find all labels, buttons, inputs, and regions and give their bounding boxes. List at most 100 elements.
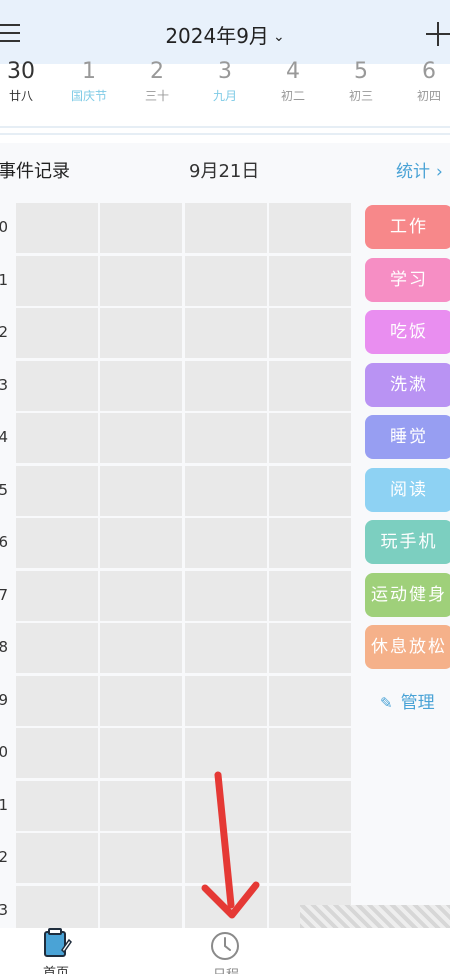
time-slot-cell[interactable] <box>100 675 182 726</box>
hour-label: 8 <box>0 638 8 656</box>
hour-label: 3 <box>0 375 8 394</box>
time-slot-cell[interactable] <box>185 518 267 568</box>
day-item[interactable]: 6 初四 <box>395 59 450 104</box>
tag-study-button[interactable]: 学习 <box>365 258 450 302</box>
time-slot-cell[interactable] <box>269 675 351 726</box>
tag-exercise-button[interactable]: 运动健身 <box>365 573 450 617</box>
time-slot-cell[interactable] <box>269 413 351 463</box>
time-slot-cell[interactable] <box>269 570 351 621</box>
time-slot-cell[interactable] <box>16 728 98 778</box>
time-slot-cell[interactable] <box>269 780 351 831</box>
clock-icon[interactable] <box>209 930 241 962</box>
time-slot-cell[interactable] <box>16 570 98 621</box>
time-slot-cell[interactable] <box>185 623 267 673</box>
time-slot-cell[interactable] <box>185 308 267 358</box>
stats-link[interactable]: 统计 › <box>396 157 443 182</box>
stats-label: 统计 <box>396 162 430 182</box>
tag-sleep-button[interactable]: 睡觉 <box>365 415 450 459</box>
time-slot-cell[interactable] <box>185 728 267 778</box>
time-slot-cell[interactable] <box>100 255 182 306</box>
time-slot-cell[interactable] <box>16 413 98 463</box>
day-item[interactable]: 5 初三 <box>327 59 395 104</box>
day-lunar: 初三 <box>348 89 373 103</box>
tag-work-button[interactable]: 工作 <box>365 205 450 249</box>
time-slot-cell[interactable] <box>269 623 351 673</box>
time-slot-cell[interactable] <box>16 255 98 306</box>
day-item[interactable]: 4 初二 <box>259 59 327 104</box>
nav-home-label: 首页 <box>43 966 70 974</box>
top-bar: 2024年9月 ⌄ <box>0 0 450 64</box>
hour-label: 1 <box>0 795 8 814</box>
time-slot-cell[interactable] <box>269 518 351 568</box>
day-lunar: 三十 <box>144 89 169 103</box>
time-slot-cell[interactable] <box>16 780 98 831</box>
time-slot-cell[interactable] <box>100 465 182 516</box>
time-slot-cell[interactable] <box>16 518 98 568</box>
tag-read-button[interactable]: 阅读 <box>365 468 450 512</box>
hour-label: 2 <box>0 323 8 341</box>
day-number: 30 <box>7 59 35 84</box>
time-slot-cell[interactable] <box>16 833 98 883</box>
notebook-icon[interactable] <box>42 928 72 958</box>
time-slot-cell[interactable] <box>185 675 267 726</box>
manage-tags-link[interactable]: ✎ 管理 <box>380 688 435 713</box>
time-slot-cell[interactable] <box>269 255 351 306</box>
time-slot-cell[interactable] <box>185 465 267 516</box>
time-slot-cell[interactable] <box>269 465 351 516</box>
nav-schedule-label: 日程 <box>213 964 239 974</box>
time-slot-cell[interactable] <box>16 360 98 411</box>
selected-date: 9月21日 <box>189 161 260 182</box>
time-slot-cell[interactable] <box>185 360 267 411</box>
time-slot-cell[interactable] <box>185 570 267 621</box>
day-lunar: 廿八 <box>8 89 33 103</box>
day-number: 3 <box>218 59 232 84</box>
day-number: 2 <box>150 59 164 84</box>
day-lunar: 九月 <box>212 89 237 103</box>
time-slot-cell[interactable] <box>100 518 182 568</box>
hour-label: 7 <box>0 585 8 604</box>
day-item[interactable]: 1 国庆节 <box>55 59 123 104</box>
day-item[interactable]: 3 九月 <box>191 59 259 104</box>
time-slot-cell[interactable] <box>16 308 98 358</box>
time-slot-cell[interactable] <box>16 675 98 726</box>
week-strip: 30 廿八 1 国庆节 2 三十 3 九月 4 初二 5 初三 6 初四 <box>0 59 450 120</box>
time-slot-cell[interactable] <box>100 203 182 253</box>
month-selector[interactable]: 2024年9月 ⌄ <box>0 20 450 49</box>
hour-label: 6 <box>0 533 8 551</box>
time-slot-cell[interactable] <box>185 255 267 306</box>
time-slot-cell[interactable] <box>269 728 351 778</box>
tag-phone-button[interactable]: 玩手机 <box>365 520 450 564</box>
time-slot-cell[interactable] <box>100 570 182 621</box>
time-slot-cell[interactable] <box>100 833 182 883</box>
hour-label: 4 <box>0 428 8 446</box>
day-item[interactable]: 2 三十 <box>123 59 191 104</box>
time-slot-cell[interactable] <box>100 308 182 358</box>
time-slot-cell[interactable] <box>185 203 267 253</box>
plus-icon[interactable] <box>426 22 450 46</box>
time-slot-cell[interactable] <box>269 360 351 411</box>
chevron-right-icon: › <box>436 162 443 182</box>
divider <box>0 126 450 128</box>
time-slot-cell[interactable] <box>269 203 351 253</box>
day-number: 5 <box>354 59 368 84</box>
divider <box>0 133 450 135</box>
tag-eat-button[interactable]: 吃饭 <box>365 310 450 354</box>
time-slot-cell[interactable] <box>185 413 267 463</box>
time-slot-cell[interactable] <box>100 360 182 411</box>
time-slot-cell[interactable] <box>16 203 98 253</box>
tag-wash-button[interactable]: 洗漱 <box>365 363 450 407</box>
time-slot-cell[interactable] <box>16 623 98 673</box>
time-slot-cell[interactable] <box>269 308 351 358</box>
time-slot-cell[interactable] <box>100 780 182 831</box>
hour-label: 1 <box>0 270 8 289</box>
time-slot-cell[interactable] <box>269 833 351 883</box>
tag-relax-button[interactable]: 休息放松 <box>365 625 450 669</box>
day-lunar: 初四 <box>416 89 441 103</box>
day-item[interactable]: 30 廿八 <box>0 59 55 104</box>
time-slot-cell[interactable] <box>185 833 267 883</box>
time-slot-cell[interactable] <box>100 413 182 463</box>
time-slot-cell[interactable] <box>185 780 267 831</box>
time-slot-cell[interactable] <box>16 465 98 516</box>
time-slot-cell[interactable] <box>100 728 182 778</box>
time-slot-cell[interactable] <box>100 623 182 673</box>
